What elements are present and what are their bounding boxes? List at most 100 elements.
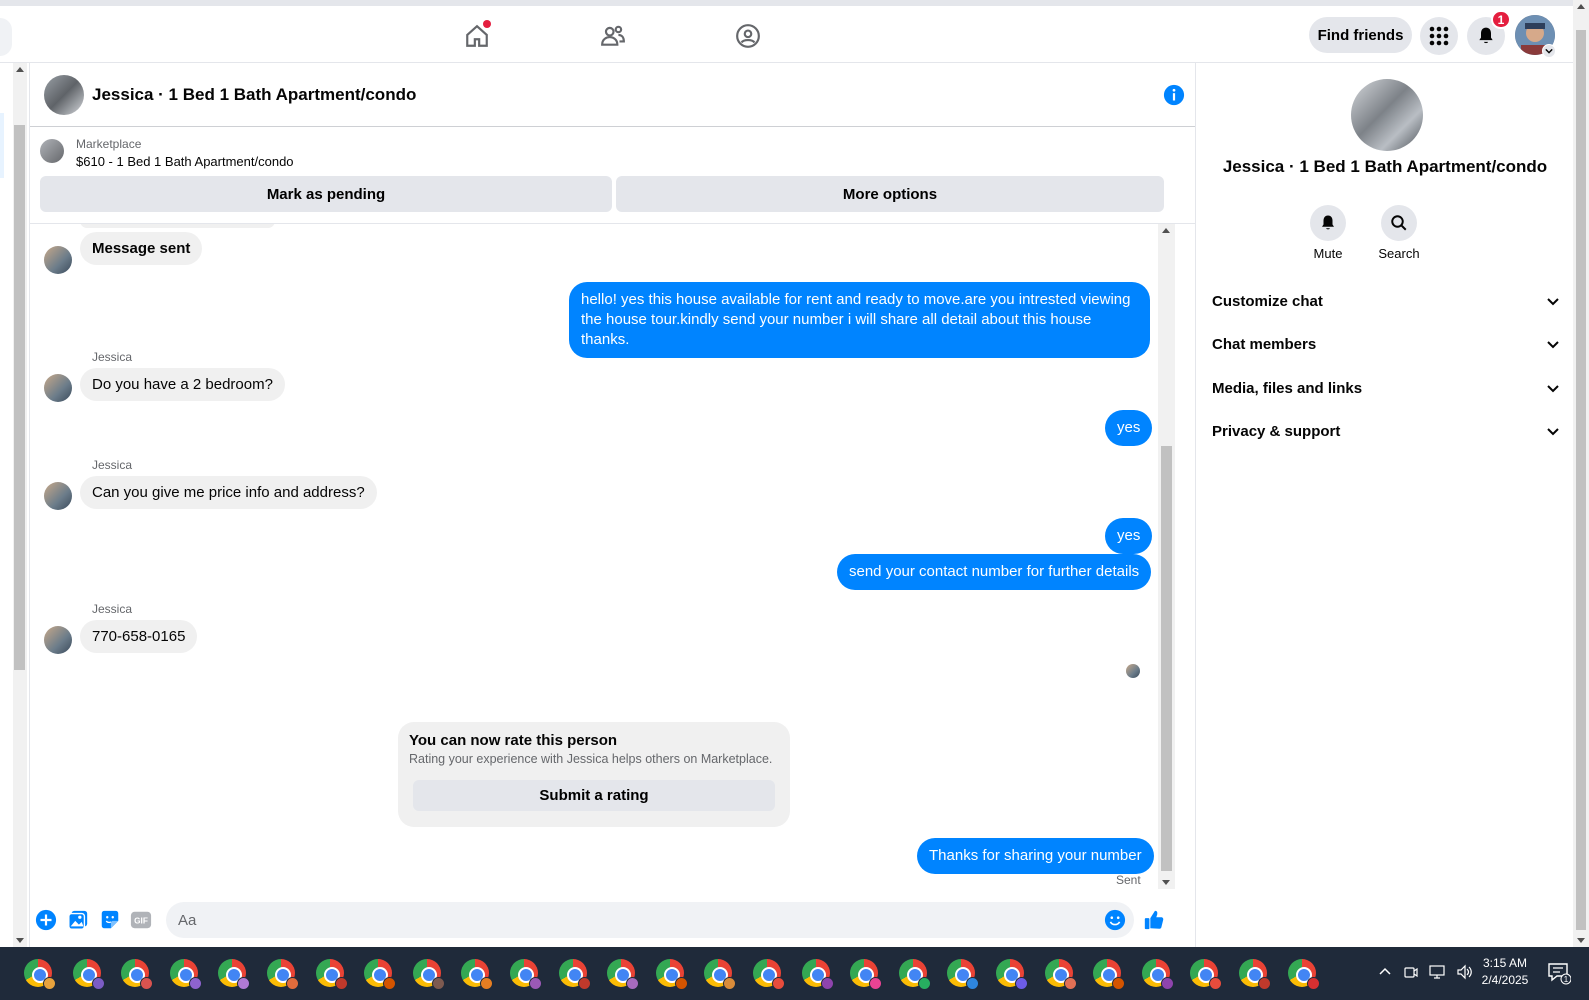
mark-as-pending-button[interactable]: Mark as pending: [40, 176, 612, 212]
chevron-down-icon: [1547, 341, 1559, 349]
menu-grid-icon[interactable]: [1420, 17, 1458, 55]
chat-title[interactable]: Jessica · 1 Bed 1 Bath Apartment/condo: [92, 85, 416, 105]
meet-now-icon[interactable]: [1402, 964, 1418, 983]
chrome-taskbar-icon[interactable]: [510, 959, 542, 990]
message-bubble-outgoing[interactable]: send your contact number for further det…: [837, 554, 1152, 590]
section-media-files-links[interactable]: Media, files and links: [1212, 370, 1560, 406]
message-bubble-outgoing[interactable]: hello! yes this house available for rent…: [569, 282, 1150, 358]
chrome-taskbar-icon[interactable]: [1141, 959, 1174, 990]
friends-icon[interactable]: [597, 20, 629, 52]
find-friends-button[interactable]: Find friends: [1309, 17, 1412, 53]
chrome-taskbar-icon[interactable]: [461, 959, 494, 990]
chrome-taskbar-icon[interactable]: [364, 959, 397, 990]
scroll-up-arrow[interactable]: [16, 67, 24, 72]
groups-icon[interactable]: [732, 20, 764, 52]
svg-text:GIF: GIF: [134, 917, 148, 926]
chrome-taskbar-icon[interactable]: [267, 959, 299, 990]
chevron-down-icon[interactable]: [1542, 44, 1556, 58]
profile-badge: [188, 977, 202, 990]
gif-icon[interactable]: GIF: [130, 909, 152, 931]
chrome-taskbar-icon[interactable]: [412, 959, 445, 990]
chrome-taskbar-icon[interactable]: [704, 959, 737, 990]
more-options-button[interactable]: More options: [616, 176, 1164, 212]
profile-badge: [383, 977, 397, 990]
listing-thumbnail[interactable]: [40, 139, 64, 163]
sender-avatar[interactable]: [44, 246, 72, 274]
scrollbar-thumb[interactable]: [14, 125, 25, 670]
network-icon[interactable]: [1428, 964, 1446, 983]
home-icon[interactable]: [461, 20, 493, 52]
chrome-taskbar-icon[interactable]: [753, 959, 785, 990]
chrome-taskbar-icon[interactable]: [558, 959, 591, 990]
message-composer: GIF: [30, 899, 1177, 947]
chrome-taskbar-icon[interactable]: [218, 959, 251, 990]
message-input[interactable]: [166, 902, 1134, 938]
submit-rating-button[interactable]: Submit a rating: [413, 780, 775, 811]
chrome-taskbar-icon[interactable]: [655, 959, 688, 990]
chrome-taskbar-icon[interactable]: [72, 959, 105, 990]
sender-avatar[interactable]: [44, 374, 72, 402]
chrome-taskbar-icon[interactable]: [1044, 959, 1077, 990]
rating-card: You can now rate this person Rating your…: [398, 722, 790, 827]
chrome-taskbar-icon[interactable]: [996, 959, 1028, 990]
profile-badge: [674, 977, 688, 990]
notification-center-icon[interactable]: 1: [1545, 959, 1572, 985]
chrome-taskbar-icon[interactable]: [898, 959, 931, 990]
chrome-taskbar-icon[interactable]: [1093, 959, 1126, 990]
mute-action[interactable]: Mute: [1298, 205, 1358, 261]
message-bubble-incoming[interactable]: Message sent: [80, 232, 203, 265]
scrollbar-thumb[interactable]: [1161, 446, 1172, 871]
chrome-taskbar-icon[interactable]: [1287, 959, 1320, 990]
image-icon[interactable]: [67, 909, 89, 931]
message-bubble-outgoing[interactable]: yes: [1105, 410, 1153, 446]
listing-title[interactable]: $610 - 1 Bed 1 Bath Apartment/condo: [76, 154, 294, 169]
chrome-taskbar-icon[interactable]: [1239, 959, 1271, 990]
scroll-down-arrow[interactable]: [16, 938, 24, 943]
chrome-taskbar-icon[interactable]: [24, 959, 56, 990]
bell-icon[interactable]: [1310, 205, 1346, 241]
sender-avatar[interactable]: [44, 626, 72, 654]
chrome-taskbar-icon[interactable]: [169, 959, 202, 990]
plus-icon[interactable]: [35, 909, 57, 931]
chrome-taskbar-icon[interactable]: [1190, 959, 1223, 990]
sender-avatar[interactable]: [44, 482, 72, 510]
emoji-icon[interactable]: [1104, 909, 1126, 931]
message-bubble-incoming[interactable]: 770-658-0165: [80, 620, 198, 653]
clock-time: 3:15 AM: [1482, 956, 1528, 970]
notification-center-count: 1: [1564, 975, 1569, 984]
thumbs-up-icon[interactable]: [1143, 909, 1165, 931]
chrome-taskbar-icon[interactable]: [607, 959, 640, 990]
message-bubble-outgoing[interactable]: Thanks for sharing your number: [917, 838, 1154, 874]
search-icon[interactable]: [1381, 205, 1417, 241]
chevron-up-icon[interactable]: [1378, 965, 1392, 982]
section-customize-chat[interactable]: Customize chat: [1212, 283, 1560, 319]
section-privacy-support[interactable]: Privacy & support: [1212, 413, 1560, 449]
scroll-up-arrow[interactable]: [1162, 228, 1170, 233]
section-chat-members[interactable]: Chat members: [1212, 326, 1560, 362]
message-bubble-incoming[interactable]: Can you give me price info and address?: [80, 476, 377, 509]
messages-scrollbar[interactable]: [1158, 224, 1175, 889]
chrome-taskbar-icon[interactable]: [121, 959, 154, 990]
chrome-taskbar-icon[interactable]: [801, 959, 834, 990]
info-icon[interactable]: [1163, 84, 1185, 106]
message-bubble-outgoing[interactable]: yes: [1105, 518, 1153, 554]
message-bubble-incoming[interactable]: Do you have a 2 bedroom?: [80, 368, 285, 401]
chrome-taskbar-icon[interactable]: [315, 959, 348, 990]
left-nav-stub[interactable]: [0, 18, 12, 56]
details-avatar[interactable]: [1351, 79, 1423, 151]
chevron-down-icon: [1547, 385, 1559, 393]
mute-label: Mute: [1313, 246, 1343, 261]
chrome-taskbar-icon[interactable]: [850, 959, 883, 990]
chrome-taskbar-icon[interactable]: [947, 959, 980, 990]
sticker-icon[interactable]: [99, 909, 121, 931]
scroll-down-arrow[interactable]: [1162, 880, 1170, 885]
chat-avatar[interactable]: [44, 75, 84, 115]
scroll-up-arrow[interactable]: [1577, 4, 1585, 9]
page-scrollbar[interactable]: [1573, 0, 1589, 947]
search-action[interactable]: Search: [1369, 205, 1429, 261]
section-label: Customize chat: [1212, 292, 1323, 310]
left-chat-list-scroll: [0, 63, 30, 947]
system-clock[interactable]: 3:15 AM 2/4/2025: [1470, 955, 1540, 989]
scrollbar-thumb[interactable]: [1576, 30, 1586, 930]
scroll-down-arrow[interactable]: [1577, 938, 1585, 943]
